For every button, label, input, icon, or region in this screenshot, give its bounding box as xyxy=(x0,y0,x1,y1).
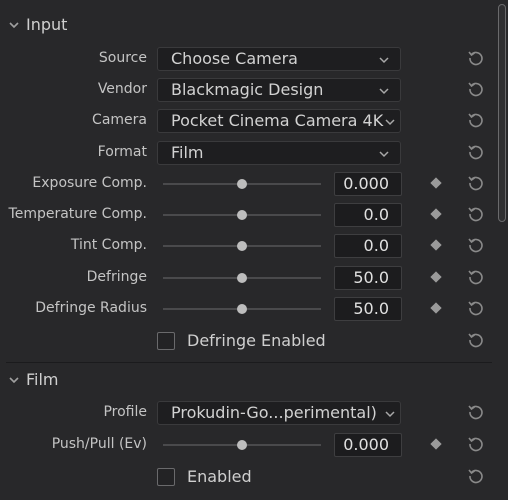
exposure-comp-slider[interactable] xyxy=(163,172,321,196)
profile-value: Prokudin-Go...perimental) xyxy=(171,403,377,422)
defringe-radius-label: Defringe Radius xyxy=(35,300,147,316)
vendor-value: Blackmagic Design xyxy=(171,80,324,99)
defringe-radius-field[interactable]: 50.0 xyxy=(334,297,402,321)
scrollbar-thumb[interactable] xyxy=(498,4,506,222)
profile-dropdown[interactable]: Prokudin-Go...perimental) xyxy=(157,401,401,425)
source-label: Source xyxy=(98,50,147,66)
reset-icon[interactable] xyxy=(466,204,486,224)
format-dropdown[interactable]: Film xyxy=(157,141,401,165)
keyframe-diamond-icon[interactable] xyxy=(430,271,442,283)
tint-comp-label: Tint Comp. xyxy=(70,237,147,253)
defringe-radius-slider[interactable] xyxy=(163,297,321,321)
defringe-label: Defringe xyxy=(86,269,147,285)
defringe-field[interactable]: 50.0 xyxy=(334,266,402,290)
tint-comp-slider[interactable] xyxy=(163,234,321,258)
keyframe-diamond-icon[interactable] xyxy=(430,208,442,220)
section-divider xyxy=(6,362,492,363)
section-header-film[interactable]: Film xyxy=(0,365,494,395)
profile-label: Profile xyxy=(103,404,147,420)
keyframe-diamond-icon[interactable] xyxy=(430,302,442,314)
film-enabled-label: Enabled xyxy=(187,467,252,486)
defringe-enabled-label: Defringe Enabled xyxy=(187,331,326,350)
slider-thumb[interactable] xyxy=(237,210,247,220)
section-title-film: Film xyxy=(26,370,59,389)
format-label: Format xyxy=(97,144,147,160)
vendor-dropdown[interactable]: Blackmagic Design xyxy=(157,78,401,102)
chevron-down-icon xyxy=(379,151,389,158)
source-dropdown[interactable]: Choose Camera xyxy=(157,47,401,71)
slider-thumb[interactable] xyxy=(237,273,247,283)
section-title-input: Input xyxy=(26,15,68,34)
keyframe-diamond-icon[interactable] xyxy=(430,438,442,450)
chevron-down-icon xyxy=(379,57,389,64)
slider-thumb[interactable] xyxy=(237,241,247,251)
chevron-down-icon[interactable] xyxy=(8,19,20,31)
chevron-down-icon[interactable] xyxy=(8,374,20,386)
reset-icon[interactable] xyxy=(466,173,486,193)
reset-icon[interactable] xyxy=(466,267,486,287)
slider-thumb[interactable] xyxy=(237,179,247,189)
reset-icon[interactable] xyxy=(466,298,486,318)
section-header-input[interactable]: Input xyxy=(0,10,494,40)
reset-icon[interactable] xyxy=(466,466,486,486)
temperature-comp-label: Temperature Comp. xyxy=(8,206,147,222)
chevron-down-icon xyxy=(379,88,389,95)
camera-value: Pocket Cinema Camera 4K xyxy=(171,111,384,130)
reset-icon[interactable] xyxy=(466,402,486,422)
exposure-comp-field[interactable]: 0.000 xyxy=(334,172,402,196)
slider-thumb[interactable] xyxy=(237,440,247,450)
exposure-comp-label: Exposure Comp. xyxy=(32,175,147,191)
slider-thumb[interactable] xyxy=(237,304,247,314)
defringe-enabled-checkbox[interactable] xyxy=(157,332,175,350)
reset-icon[interactable] xyxy=(466,48,486,68)
camera-label: Camera xyxy=(92,112,147,128)
defringe-slider[interactable] xyxy=(163,266,321,290)
keyframe-diamond-icon[interactable] xyxy=(430,239,442,251)
film-enabled-checkbox[interactable] xyxy=(157,468,175,486)
tint-comp-field[interactable]: 0.0 xyxy=(334,234,402,258)
reset-icon[interactable] xyxy=(466,434,486,454)
keyframe-diamond-icon[interactable] xyxy=(430,177,442,189)
push-pull-label: Push/Pull (Ev) xyxy=(51,436,147,452)
vendor-label: Vendor xyxy=(97,81,147,97)
chevron-down-icon xyxy=(385,119,395,126)
push-pull-slider[interactable] xyxy=(163,433,321,457)
temperature-comp-field[interactable]: 0.0 xyxy=(334,203,402,227)
reset-icon[interactable] xyxy=(466,110,486,130)
reset-icon[interactable] xyxy=(466,330,486,350)
reset-icon[interactable] xyxy=(466,235,486,255)
source-value: Choose Camera xyxy=(171,49,298,68)
reset-icon[interactable] xyxy=(466,79,486,99)
chevron-down-icon xyxy=(385,411,395,418)
push-pull-field[interactable]: 0.000 xyxy=(334,433,402,457)
camera-dropdown[interactable]: Pocket Cinema Camera 4K xyxy=(157,109,401,133)
format-value: Film xyxy=(171,143,204,162)
reset-icon[interactable] xyxy=(466,142,486,162)
temperature-comp-slider[interactable] xyxy=(163,203,321,227)
